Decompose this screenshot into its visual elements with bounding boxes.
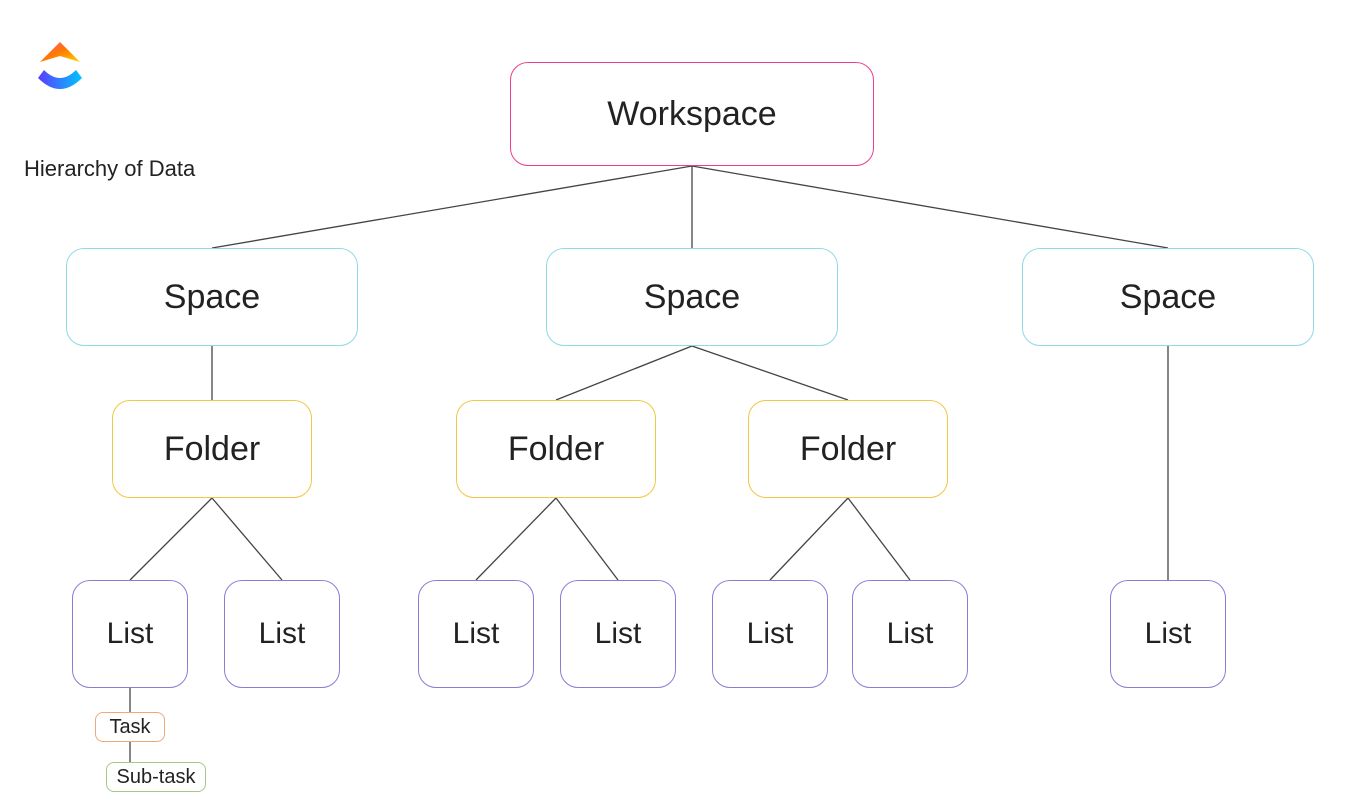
node-list-5: List bbox=[712, 580, 828, 688]
node-list-7: List bbox=[1110, 580, 1226, 688]
node-list-4: List bbox=[560, 580, 676, 688]
node-label: Sub-task bbox=[117, 766, 196, 789]
node-label: List bbox=[747, 617, 794, 651]
node-subtask: Sub-task bbox=[106, 762, 206, 792]
node-label: Folder bbox=[164, 430, 260, 469]
node-space-3: Space bbox=[1022, 248, 1314, 346]
node-label: List bbox=[595, 617, 642, 651]
diagram-caption: Hierarchy of Data bbox=[24, 156, 195, 182]
node-label: Workspace bbox=[607, 95, 776, 134]
node-label: Space bbox=[1120, 278, 1216, 317]
clickup-logo-icon bbox=[28, 38, 92, 102]
node-label: Space bbox=[644, 278, 740, 317]
node-list-6: List bbox=[852, 580, 968, 688]
node-label: Folder bbox=[508, 430, 604, 469]
node-label: List bbox=[259, 617, 306, 651]
node-label: List bbox=[453, 617, 500, 651]
node-label: Folder bbox=[800, 430, 896, 469]
node-list-1: List bbox=[72, 580, 188, 688]
node-workspace: Workspace bbox=[510, 62, 874, 166]
node-space-2: Space bbox=[546, 248, 838, 346]
diagram-canvas: Hierarchy of Data bbox=[0, 0, 1368, 810]
node-label: Task bbox=[109, 716, 150, 739]
node-label: List bbox=[1145, 617, 1192, 651]
node-space-1: Space bbox=[66, 248, 358, 346]
node-list-3: List bbox=[418, 580, 534, 688]
node-folder-2: Folder bbox=[456, 400, 656, 498]
node-folder-3: Folder bbox=[748, 400, 948, 498]
node-label: Space bbox=[164, 278, 260, 317]
node-list-2: List bbox=[224, 580, 340, 688]
node-folder-1: Folder bbox=[112, 400, 312, 498]
node-label: List bbox=[107, 617, 154, 651]
node-label: List bbox=[887, 617, 934, 651]
node-task: Task bbox=[95, 712, 165, 742]
